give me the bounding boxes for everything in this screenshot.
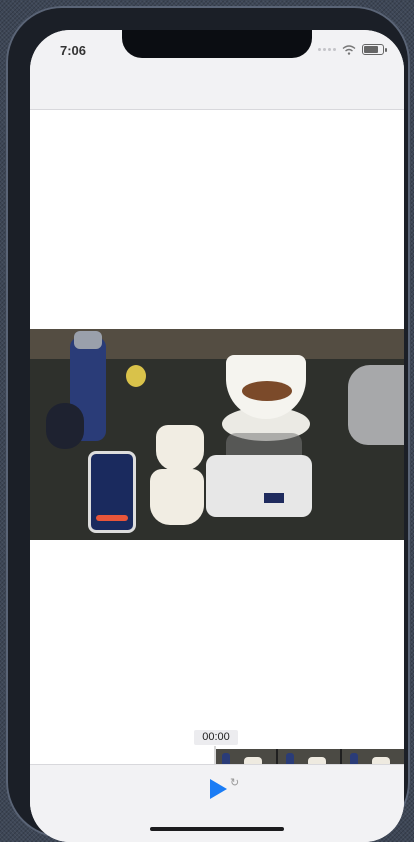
kettle xyxy=(348,365,404,445)
battery-icon xyxy=(362,44,387,55)
video-preview[interactable] xyxy=(30,329,404,540)
bottom-toolbar: ↻ xyxy=(30,764,404,842)
coffee-scale xyxy=(206,455,312,517)
home-indicator xyxy=(150,827,284,831)
ceramic-cup xyxy=(156,425,204,471)
coffee-grinder xyxy=(46,403,84,449)
signal-icon xyxy=(318,48,336,51)
status-bar: 7:06 xyxy=(30,30,404,74)
wifi-icon xyxy=(342,44,356,55)
ceramic-cup xyxy=(150,469,204,525)
navigation-bar xyxy=(30,74,404,110)
notch xyxy=(122,30,312,58)
current-time-label: 00:00 xyxy=(194,730,238,745)
screen: 7:06 00:00 ↻ xyxy=(30,30,404,842)
device-frame: 7:06 00:00 ↻ xyxy=(6,6,410,842)
status-time: 7:06 xyxy=(60,43,87,58)
video-editor-content: 00:00 xyxy=(30,110,404,788)
status-icons xyxy=(318,44,387,55)
play-button[interactable] xyxy=(206,777,230,803)
loop-icon[interactable]: ↻ xyxy=(230,777,242,789)
play-icon xyxy=(210,779,227,799)
